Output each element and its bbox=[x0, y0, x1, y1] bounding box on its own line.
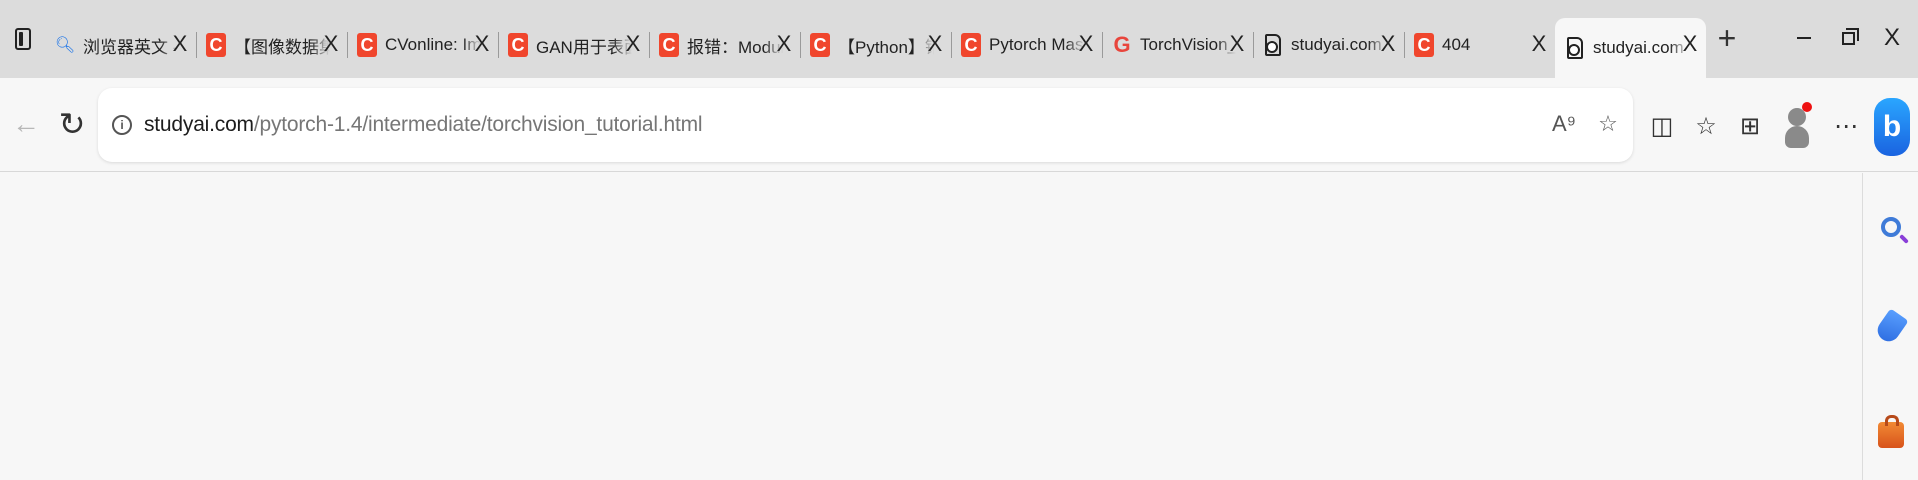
tab-close-button[interactable]: X bbox=[321, 32, 341, 56]
back-button[interactable]: ← bbox=[4, 102, 48, 146]
tab-close-button[interactable]: X bbox=[1076, 32, 1096, 56]
tab-title: 【Python】错误 bbox=[838, 37, 934, 57]
arrow-left-icon: ← bbox=[12, 108, 40, 139]
csdn-icon: C bbox=[508, 33, 528, 57]
tab-title: TorchVision_Mas bbox=[1140, 35, 1236, 54]
tab[interactable]: G TorchVision_Mas X bbox=[1102, 18, 1253, 72]
reload-icon: ↻ bbox=[58, 106, 86, 142]
search-icon: 🔍︎ bbox=[54, 37, 76, 54]
url-text[interactable]: studyai.com/pytorch-1.4/intermediate/tor… bbox=[144, 113, 703, 137]
reload-button[interactable]: ↻ bbox=[50, 102, 94, 146]
tab-title: studyai.com bbox=[1593, 38, 1684, 57]
tab-close-button[interactable]: X bbox=[1227, 32, 1247, 56]
tab-close-button[interactable]: X bbox=[1378, 32, 1398, 56]
read-aloud-icon[interactable]: A⁹ bbox=[1549, 106, 1579, 142]
document-icon bbox=[1565, 36, 1585, 60]
minimize-button[interactable] bbox=[1784, 18, 1824, 58]
tab-title: 报错：ModuleNo bbox=[687, 37, 783, 57]
close-window-button[interactable]: X bbox=[1872, 18, 1912, 58]
address-bar[interactable]: i studyai.com/pytorch-1.4/intermediate/t… bbox=[98, 88, 1633, 162]
tab-title: studyai.com bbox=[1291, 35, 1382, 54]
tab-title: Pytorch Mask RC bbox=[989, 35, 1085, 54]
new-tab-button[interactable]: + bbox=[1712, 18, 1742, 58]
split-screen-icon[interactable]: ◫ bbox=[1642, 104, 1682, 148]
tab[interactable]: studyai.com X bbox=[1253, 18, 1404, 72]
tab-close-button[interactable]: X bbox=[472, 32, 492, 56]
tab[interactable]: C 报错：ModuleNo X bbox=[649, 18, 800, 72]
tab-close-button[interactable]: X bbox=[1680, 32, 1700, 56]
csdn-icon: C bbox=[1414, 33, 1434, 57]
tab-close-button[interactable]: X bbox=[1529, 32, 1549, 56]
tab-close-button[interactable]: X bbox=[774, 32, 794, 56]
collections-icon[interactable]: ⊞ bbox=[1730, 104, 1770, 148]
sidebar-tools-bag-icon[interactable] bbox=[1875, 415, 1907, 453]
tab-strip: 🔍︎ 浏览器英文 - 搜索 X C 【图像数据集】清 X C CVonline:… bbox=[0, 0, 1918, 78]
csdn-icon: C bbox=[357, 33, 377, 57]
page-content bbox=[0, 173, 1862, 480]
csdn-icon: C bbox=[810, 33, 830, 57]
tab[interactable]: C 【图像数据集】清 X bbox=[196, 18, 347, 72]
url-host: studyai.com bbox=[144, 113, 254, 136]
url-path: /pytorch-1.4/intermediate/torchvision_tu… bbox=[253, 113, 703, 136]
add-favorite-icon[interactable]: ☆ bbox=[1593, 106, 1623, 142]
tab-list: 🔍︎ 浏览器英文 - 搜索 X C 【图像数据集】清 X C CVonline:… bbox=[45, 12, 1706, 78]
tab[interactable]: C CVonline: Image X bbox=[347, 18, 498, 72]
sidebar-search-icon[interactable] bbox=[1875, 209, 1907, 245]
tab-title: CVonline: Image bbox=[385, 35, 481, 54]
profile-avatar[interactable] bbox=[1782, 102, 1812, 150]
tab-actions-button[interactable] bbox=[6, 20, 40, 58]
notification-dot bbox=[1802, 102, 1812, 112]
sidebar-shopping-tag-icon[interactable] bbox=[1873, 308, 1909, 346]
more-options-icon[interactable]: ⋯ bbox=[1826, 104, 1866, 148]
info-icon[interactable]: i bbox=[112, 115, 132, 135]
document-icon bbox=[1263, 33, 1283, 57]
tab-title: 404 bbox=[1442, 35, 1471, 54]
bing-copilot-icon[interactable]: b bbox=[1874, 98, 1910, 156]
tab[interactable]: C 404 X bbox=[1404, 18, 1555, 72]
favorites-icon[interactable]: ☆ bbox=[1686, 104, 1726, 148]
restore-icon bbox=[1841, 27, 1859, 45]
toolbar: ← ↻ i studyai.com/pytorch-1.4/intermedia… bbox=[0, 78, 1918, 172]
address-bar-actions: A⁹ ☆ bbox=[1549, 106, 1623, 142]
tab[interactable]: C 【Python】错误 X bbox=[800, 18, 951, 72]
tab-title: GAN用于表面缺陷 bbox=[536, 37, 632, 57]
tab-title: 【图像数据集】清 bbox=[234, 37, 330, 57]
edge-sidebar bbox=[1862, 173, 1918, 480]
tab[interactable]: C Pytorch Mask RC X bbox=[951, 18, 1102, 72]
tab-close-button[interactable]: X bbox=[925, 32, 945, 56]
tab[interactable]: C GAN用于表面缺陷 X bbox=[498, 18, 649, 72]
restore-button[interactable] bbox=[1828, 18, 1868, 58]
tab-active[interactable]: studyai.com X bbox=[1555, 18, 1706, 78]
tab[interactable]: 🔍︎ 浏览器英文 - 搜索 X bbox=[45, 18, 196, 72]
csdn-icon: C bbox=[659, 33, 679, 57]
csdn-icon: C bbox=[961, 33, 981, 57]
google-icon: G bbox=[1113, 32, 1131, 57]
tab-actions-icon bbox=[15, 28, 31, 50]
tab-close-button[interactable]: X bbox=[623, 32, 643, 56]
tab-close-button[interactable]: X bbox=[170, 32, 190, 56]
minimize-icon bbox=[1797, 37, 1811, 39]
tab-title: 浏览器英文 - 搜索 bbox=[83, 37, 179, 57]
csdn-icon: C bbox=[206, 33, 226, 57]
